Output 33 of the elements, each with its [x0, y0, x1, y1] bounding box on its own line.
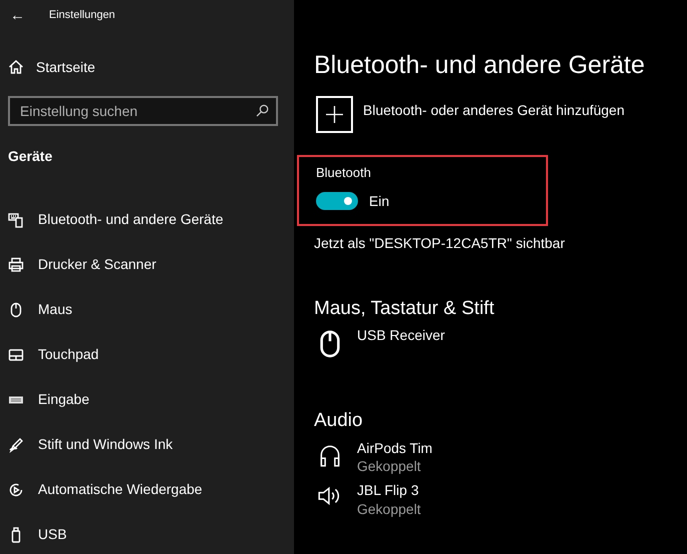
sidebar-item[interactable]: USB: [0, 512, 294, 554]
section-heading: Audio: [314, 410, 364, 434]
mouse-icon: [8, 302, 24, 318]
sidebar-item[interactable]: Maus: [0, 287, 294, 332]
sidebar-item[interactable]: Stift und Windows Ink: [0, 422, 294, 467]
sidebar-item[interactable]: Eingabe: [0, 377, 294, 422]
printer-icon: [8, 256, 24, 272]
search-field[interactable]: Einstellung suchen: [8, 96, 278, 126]
visibility-text: Jetzt als "DESKTOP-12CA5TR" sichtbar: [314, 234, 566, 252]
bluetooth-device-icon: [8, 212, 24, 228]
window-title: Einstellungen: [49, 8, 116, 23]
sidebar-item[interactable]: Drucker & Scanner: [0, 242, 294, 287]
sidebar-item[interactable]: Automatische Wiedergabe: [0, 467, 294, 512]
section-heading: Maus, Tastatur & Stift: [314, 298, 496, 320]
device-item[interactable]: USB Receiver: [314, 326, 445, 362]
sidebar-item[interactable]: Bluetooth- und andere Geräte: [0, 197, 294, 242]
add-device-button[interactable]: Bluetooth- oder anderes Gerät hinzufügen: [314, 96, 625, 133]
plus-icon: [326, 106, 343, 123]
toggle-label: Bluetooth: [316, 164, 372, 182]
page-title: Bluetooth- und andere Geräte: [314, 50, 646, 80]
toggle-state: Ein: [369, 192, 390, 210]
section-heading: Geräte: [7, 147, 54, 166]
touchpad-icon: [8, 346, 24, 362]
autoplay-icon: [8, 482, 24, 498]
device-item[interactable]: AirPods Tim Gekoppelt: [314, 439, 432, 476]
pen-icon: [8, 436, 24, 452]
home-icon: [8, 59, 24, 75]
sidebar-item[interactable]: Touchpad: [0, 332, 294, 377]
device-item[interactable]: JBL Flip 3 Gekoppelt: [314, 481, 421, 518]
bluetooth-toggle[interactable]: [316, 192, 358, 210]
back-button[interactable]: ←: [10, 8, 25, 22]
home-link[interactable]: Startseite: [0, 53, 104, 81]
search-icon: [256, 104, 269, 117]
